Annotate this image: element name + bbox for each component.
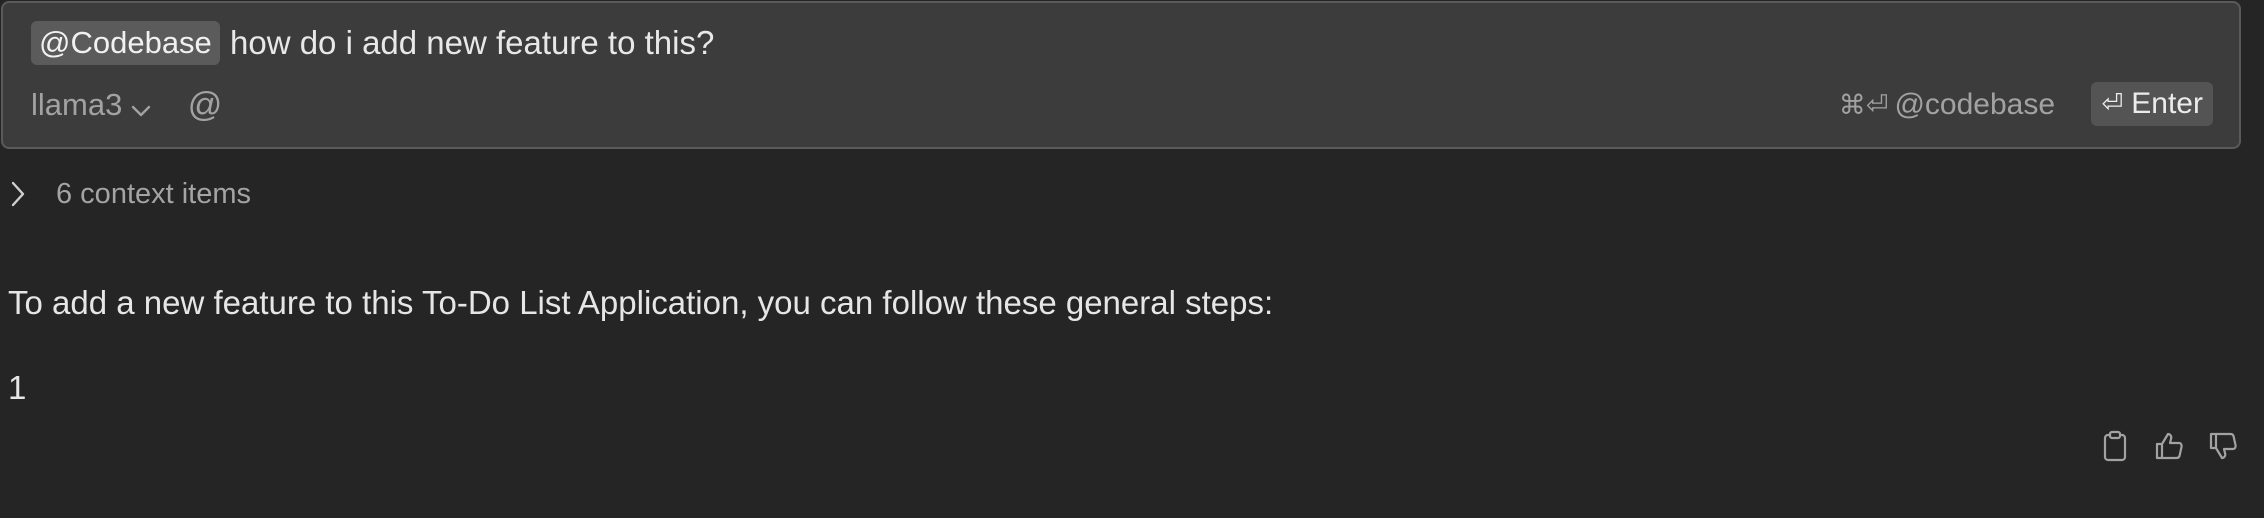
thumbs-down-icon — [2209, 432, 2237, 460]
enter-label: Enter — [2131, 87, 2203, 120]
thumbs-down-button[interactable] — [2206, 428, 2240, 464]
codebase-mention-chip[interactable]: @Codebase — [31, 21, 220, 65]
thumbs-up-button[interactable] — [2152, 428, 2186, 464]
response-intro: To add a new feature to this To-Do List … — [8, 284, 1274, 321]
clipboard-icon — [2103, 430, 2127, 462]
enter-button[interactable]: ⏎ Enter — [2091, 82, 2213, 126]
chevron-down-icon — [130, 94, 152, 117]
response-step-number: 1 — [8, 369, 27, 406]
thumbs-up-icon — [2155, 432, 2183, 460]
shortcut-keys: ⌘⏎ — [1838, 89, 1889, 121]
codebase-shortcut-button[interactable]: ⌘⏎ @codebase — [1839, 83, 2055, 127]
model-selector[interactable]: llama3 — [31, 83, 152, 127]
model-label: llama3 — [31, 87, 123, 122]
codebase-shortcut-label: @codebase — [1894, 88, 2055, 121]
chevron-right-icon — [6, 179, 28, 209]
chat-input-box[interactable]: @Codebase how do i add new feature to th… — [1, 1, 2241, 149]
context-items-toggle[interactable]: 6 context items — [6, 172, 251, 216]
add-context-button[interactable]: @ — [185, 83, 225, 127]
chat-panel: @Codebase how do i add new feature to th… — [0, 0, 2264, 518]
context-items-label: 6 context items — [56, 177, 252, 210]
query-text[interactable]: how do i add new feature to this? — [230, 21, 714, 65]
return-icon: ⏎ — [2101, 89, 2124, 119]
copy-button[interactable] — [2098, 428, 2132, 464]
response-actions — [2098, 428, 2240, 464]
